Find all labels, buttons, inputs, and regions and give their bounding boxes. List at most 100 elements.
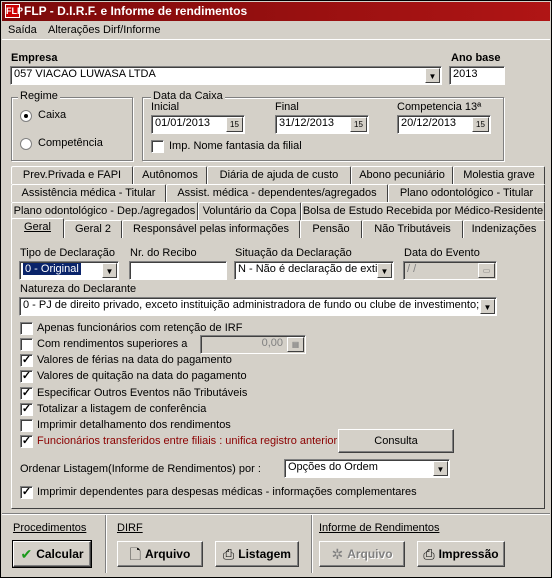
chevron-down-icon[interactable]: ▼ xyxy=(377,263,392,278)
tab-molestia[interactable]: Molestia grave xyxy=(453,166,545,184)
window-title: FLP - D.I.R.F. e Informe de rendimentos xyxy=(24,4,248,18)
regime-competencia-radio[interactable] xyxy=(20,138,32,150)
tab-odonto-titular[interactable]: Plano odontológico - Titular xyxy=(388,184,545,202)
tab-nao-tributaveis[interactable]: Não Tributáveis xyxy=(362,220,463,238)
chevron-down-icon[interactable]: ▼ xyxy=(102,263,117,278)
gear-icon: ✲ xyxy=(331,546,344,563)
tab-diaria-ajuda[interactable]: Diária de ajuda de custo xyxy=(207,166,351,184)
impressao-label: Impressão xyxy=(438,547,499,562)
fantasia-checkbox[interactable] xyxy=(151,140,164,153)
procedimentos-label: Procedimentos xyxy=(13,522,87,534)
chk-outros-eventos-label: Especificar Outros Eventos não Tributáve… xyxy=(37,387,248,399)
empresa-value: 057 VIACAO LUWASA LTDA xyxy=(14,68,156,80)
menu-saida[interactable]: Saída xyxy=(8,24,37,36)
regime-label: Regime xyxy=(18,90,60,102)
chk-transferidos[interactable]: ✓ xyxy=(20,435,33,448)
tab-voluntario[interactable]: Voluntário da Copa xyxy=(198,202,301,220)
consulta-label: Consulta xyxy=(374,435,418,447)
printer-icon: ⎙ xyxy=(423,546,435,563)
fantasia-label: Imp. Nome fantasia da filial xyxy=(169,140,302,152)
tab-abono[interactable]: Abono pecuniário xyxy=(351,166,453,184)
natureza-value: 0 - PJ de direito privado, exceto instit… xyxy=(23,299,480,311)
printer-icon: ⎙ xyxy=(223,546,235,563)
regime-competencia-label: Competência xyxy=(38,137,103,149)
consulta-button[interactable]: Consulta xyxy=(338,429,454,453)
tipo-declaracao-combo[interactable]: 0 - Original ▼ xyxy=(19,261,119,280)
tab-autonomos[interactable]: Autônomos xyxy=(133,166,207,184)
app-icon: FLP xyxy=(5,4,23,18)
inicial-date-field[interactable]: 01/01/2013 15 xyxy=(151,115,245,134)
tab-responsavel[interactable]: Responsável pelas informações xyxy=(122,220,300,238)
chk-ferias[interactable]: ✓ xyxy=(20,354,33,367)
final-date-field[interactable]: 31/12/2013 15 xyxy=(275,115,369,134)
comp13-date-field[interactable]: 20/12/2013 15 xyxy=(397,115,491,134)
calendar-icon[interactable]: 15 xyxy=(350,117,367,132)
impressao-button[interactable]: ⎙ Impressão xyxy=(417,541,505,567)
empresa-label: Empresa xyxy=(11,52,58,64)
recibo-field[interactable] xyxy=(129,261,227,280)
chevron-down-icon[interactable]: ▼ xyxy=(433,461,448,476)
tab-pensao[interactable]: Pensão xyxy=(300,220,362,238)
dirf-arquivo-label: Arquivo xyxy=(144,547,191,562)
tab-prev-privada[interactable]: Prev.Privada e FAPI xyxy=(11,166,133,184)
ordenar-label: Ordenar Listagem(Informe de Rendimentos)… xyxy=(20,463,261,475)
chk-quitacao[interactable]: ✓ xyxy=(20,370,33,383)
chk-totalizar[interactable]: ✓ xyxy=(20,403,33,416)
natureza-combo[interactable]: 0 - PJ de direito privado, exceto instit… xyxy=(19,297,497,316)
ordenar-combo[interactable]: Opções do Ordem ▼ xyxy=(284,459,450,478)
chk-transferidos-label: Funcionários transferidos entre filiais … xyxy=(37,435,338,447)
chevron-down-icon[interactable]: ▼ xyxy=(480,299,495,314)
calendar-icon[interactable]: ▭ xyxy=(478,263,495,278)
ano-base-label: Ano base xyxy=(451,52,501,64)
dirf-arquivo-button[interactable]: 🗋 Arquivo xyxy=(117,541,203,567)
tab-indenizacoes[interactable]: Indenizações xyxy=(463,220,545,238)
chk-detalhamento-label: Imprimir detalhamento dos rendimentos xyxy=(37,419,231,431)
footer-divider xyxy=(311,515,313,573)
chk-apenas-irf-label: Apenas funcionários com retenção de IRF xyxy=(37,322,243,334)
tab-geral[interactable]: Geral xyxy=(11,218,64,238)
regime-caixa-radio[interactable] xyxy=(20,110,32,122)
calcular-label: Calcular xyxy=(36,547,84,562)
chk-ferias-label: Valores de férias na data do pagamento xyxy=(37,354,232,366)
informe-arquivo-button[interactable]: ✲ Arquivo xyxy=(319,541,405,567)
data-evento-field[interactable]: / / ▭ xyxy=(403,261,497,280)
tipo-declaracao-value: 0 - Original xyxy=(23,263,81,275)
final-label: Final xyxy=(275,101,299,113)
situacao-value: N - Não é declaração de exti xyxy=(238,263,378,275)
chk-apenas-irf[interactable] xyxy=(20,322,33,335)
dirf-listagem-label: Listagem xyxy=(238,547,291,562)
calendar-icon[interactable]: 15 xyxy=(226,117,243,132)
ano-base-field[interactable]: 2013 xyxy=(449,66,505,85)
calcular-button[interactable]: ✔ Calcular xyxy=(12,540,92,568)
dirf-listagem-button[interactable]: ⎙ Listagem xyxy=(215,541,299,567)
tab-assist-dependentes[interactable]: Assist. médica - dependentes/agregados xyxy=(166,184,388,202)
situacao-combo[interactable]: N - Não é declaração de exti ▼ xyxy=(234,261,394,280)
empresa-combo[interactable]: 057 VIACAO LUWASA LTDA ▼ xyxy=(10,66,442,85)
inicial-label: Inicial xyxy=(151,101,180,113)
comp13-value: 20/12/2013 xyxy=(401,117,457,129)
inicial-value: 01/01/2013 xyxy=(155,117,211,129)
calendar-icon[interactable]: 15 xyxy=(472,117,489,132)
recibo-label: Nr. do Recibo xyxy=(130,247,197,259)
file-icon: 🗋 xyxy=(129,546,141,563)
dirf-label: DIRF xyxy=(117,522,143,534)
comp13-label: Competencia 13ª xyxy=(397,101,482,113)
ordenar-value: Opções do Ordem xyxy=(288,461,378,473)
title-bar: FLP FLP - D.I.R.F. e Informe de rendimen… xyxy=(2,2,550,21)
chk-rendimentos-superiores[interactable] xyxy=(20,338,33,351)
menu-bar: Saída Alterações Dirf/Informe xyxy=(2,22,550,40)
tab-assist-titular[interactable]: Assistência médica - Titular xyxy=(11,184,166,202)
chk-dependentes[interactable]: ✓ xyxy=(20,486,33,499)
chk-outros-eventos[interactable]: ✓ xyxy=(20,387,33,400)
calculator-icon[interactable]: ▦ xyxy=(287,337,304,352)
tab-bolsa-estudo[interactable]: Bolsa de Estudo Recebida por Médico-Resi… xyxy=(301,202,545,220)
chevron-down-icon[interactable]: ▼ xyxy=(425,68,440,83)
chk-detalhamento[interactable] xyxy=(20,419,33,432)
informe-label: Informe de Rendimentos xyxy=(319,522,440,534)
tab-geral-2[interactable]: Geral 2 xyxy=(64,220,122,238)
chk-rendimentos-superiores-label: Com rendimentos superiores a xyxy=(37,338,188,350)
natureza-label: Natureza do Declarante xyxy=(20,283,137,295)
rendimentos-value: 0,00 xyxy=(261,337,283,349)
rendimentos-value-field[interactable]: 0,00 ▦ xyxy=(200,335,306,354)
menu-alteracoes[interactable]: Alterações Dirf/Informe xyxy=(48,24,160,36)
